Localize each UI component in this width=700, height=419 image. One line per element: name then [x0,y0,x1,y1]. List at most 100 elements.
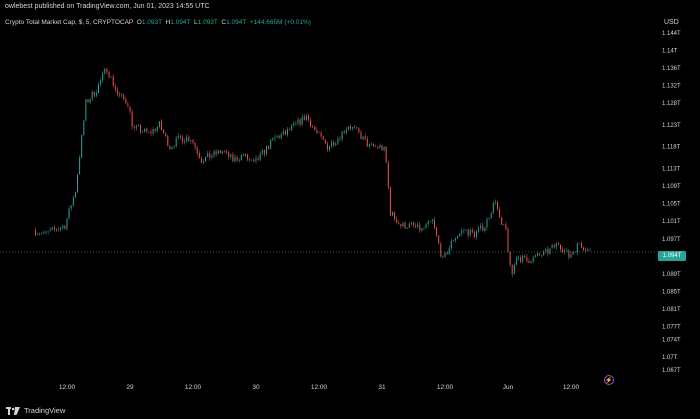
candle-body [576,243,578,253]
candle-body [501,217,503,225]
candle-body [570,254,572,258]
candle-body [217,150,219,155]
candle-body [524,255,526,258]
candle-body [310,119,312,127]
publish-info: owlebest published on TradingView.com, J… [0,0,700,14]
candle-body [541,255,543,256]
y-tick-label: 1.118T [662,145,681,151]
candle-body [253,159,255,162]
candle-body [240,155,242,161]
candle-body [526,257,528,261]
candle-body [121,94,123,96]
candle-body [232,154,234,162]
candle-body [339,138,341,140]
candle-body [513,264,515,274]
candle-body [152,129,154,134]
candle-body [226,151,228,153]
candle-body [419,224,421,231]
candle-body [528,260,530,264]
candle-body [482,225,484,231]
candle-body [555,243,557,248]
candle-body [114,85,116,90]
candle-body [331,142,333,147]
candle-body [549,248,551,254]
candle-body [394,212,396,219]
candle-body [299,119,301,125]
candle-body [322,136,324,140]
candle-body [173,146,175,148]
candle-body [102,73,104,81]
candle-body [329,146,330,150]
candle-body [261,150,263,154]
candle-body [505,224,507,229]
candle-body [64,226,66,230]
candle-body [219,150,221,154]
candle-body [578,243,580,244]
legend-open-value: 1.093T [141,19,162,26]
tradingview-logo-icon[interactable] [6,407,20,415]
candle-body [89,98,91,103]
candle-body [165,133,167,136]
y-tick-label: 1.097T [662,237,681,243]
candle-body [467,229,469,236]
y-tick-label: 1.081T [662,307,681,313]
candle-body [144,128,146,132]
candle-body [494,202,496,203]
lightning-bolt-icon[interactable]: ⚡ [604,375,614,385]
candle-body [545,249,547,251]
price-chart[interactable]: 1.144T 1.14T 1.136T 1.132T 1.128T 1.123T 1.118… [0,14,700,397]
candle-body [93,92,95,96]
candle-body [356,127,358,129]
current-price-tag: 1.094T [658,251,686,261]
candle-body [587,249,589,251]
candle-body [520,257,522,262]
tradingview-chart-screen: owlebest published on TradingView.com, J… [0,0,700,419]
y-tick-label: 1.07T [662,355,678,361]
candle-body [377,146,379,148]
candle-body [354,126,356,128]
candle-body [562,249,564,253]
candle-body [404,222,406,229]
candle-body [488,218,490,219]
candle-body [127,103,129,107]
candle-body [459,233,461,237]
candle-body [425,224,427,228]
candle-body [150,131,152,134]
candle-body [383,146,385,151]
candle-body [116,89,118,95]
candle-body [182,137,183,142]
candle-body [53,227,55,230]
candle-body [448,248,450,255]
candle-body [270,139,272,149]
x-tick-label: 31 [378,384,386,391]
candle-body [106,68,108,72]
candle-body [207,153,209,157]
candle-body [431,219,433,222]
candle-body [352,126,354,129]
candle-body [572,252,574,255]
candle-body [293,123,295,126]
currency-label[interactable]: USD [664,19,679,26]
candle-body [429,221,431,222]
candle-body [539,253,540,256]
candle-body [400,223,402,227]
candle-body [379,145,381,148]
candle-body [221,151,223,154]
candle-body [478,228,480,232]
candle-body [100,80,102,85]
footer-brand[interactable]: TradingView [24,403,65,419]
candle-body [215,151,217,155]
candle-body [492,202,494,214]
candle-body [249,159,251,161]
candle-body [194,142,196,148]
candle-body [511,264,513,274]
candle-body [406,227,408,229]
candle-body [392,212,393,216]
candle-body [35,229,36,235]
candle-body [230,154,232,157]
candle-body [167,135,169,147]
chart-area[interactable]: 1.144T 1.14T 1.136T 1.132T 1.128T 1.123T 1.118… [0,14,700,397]
candle-body [450,240,452,249]
x-tick-label: 12:00 [311,384,328,391]
candle-body [455,238,456,241]
